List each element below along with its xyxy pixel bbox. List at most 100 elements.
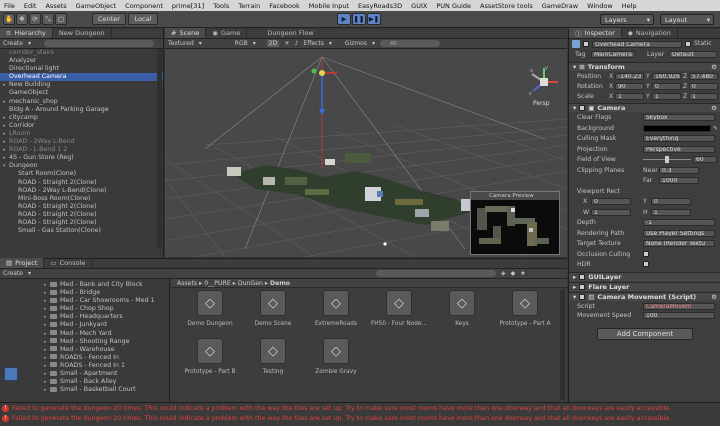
asset-item[interactable]: ◇ Keys	[430, 290, 494, 327]
hierarchy-item[interactable]: Start Room(Clone)	[0, 170, 163, 178]
tab-inspector[interactable]: ⓘ Inspector	[569, 28, 622, 38]
folder-item[interactable]: ▸ Med - Car Showrooms - Med 1	[0, 297, 169, 305]
folder-item[interactable]: ▸ Med - Warehouse	[0, 346, 169, 354]
gear-icon[interactable]: ⚙	[711, 293, 717, 301]
hierarchy-item[interactable]: ROAD - 2Way L-Bend(Clone)	[0, 187, 163, 195]
gizmos-dropdown[interactable]: Gizmos	[345, 40, 367, 47]
hierarchy-search-input[interactable]	[43, 40, 154, 47]
rect-tool-icon[interactable]: ▢	[55, 13, 67, 25]
hierarchy-item[interactable]: Directional light	[0, 65, 163, 73]
camera-field-value[interactable]: Perspective	[643, 145, 715, 153]
hierarchy-item[interactable]: Overhead Camera	[0, 73, 163, 82]
effects-dropdown[interactable]: Effects	[303, 40, 323, 47]
breadcrumb-assets[interactable]: Assets	[177, 280, 197, 287]
folder-item[interactable]: ▸ Med - Bank and City Block	[0, 281, 169, 289]
tab-navigation[interactable]: ◆ Navigation	[622, 28, 678, 38]
rotation-x-field[interactable]: 90	[615, 83, 644, 90]
hierarchy-item[interactable]: ▸ ROAD - L-Bend 1 2	[0, 146, 163, 154]
asset-item[interactable]: ◇ Prototype - Part A	[493, 290, 557, 327]
mode-2d-toggle[interactable]: 2D	[266, 40, 280, 47]
object-name-field[interactable]: Overhead Camera	[592, 41, 682, 48]
audio-icon[interactable]: ♪	[295, 40, 299, 47]
star-icon[interactable]: ★	[520, 270, 525, 277]
movement-header[interactable]: ▾ ▤ Camera Movement (Script) ⚙	[569, 292, 720, 301]
hierarchy-item[interactable]: ROAD - Straight 2(Clone)	[0, 211, 163, 219]
add-component-button[interactable]: Add Component	[597, 328, 693, 340]
position-x-field[interactable]: -140.23	[615, 73, 644, 80]
pause-button[interactable]: ❚❚	[352, 13, 366, 25]
position-z-field[interactable]: 57.480	[689, 73, 718, 80]
hand-tool-icon[interactable]: ✋	[3, 13, 15, 25]
menu-item[interactable]: Terrain	[238, 2, 260, 10]
speed-field[interactable]: 100	[643, 312, 715, 319]
layer-dropdown[interactable]: Default	[669, 51, 717, 58]
camera-checkbox[interactable]	[643, 250, 649, 257]
folder-item[interactable]: ▸ Med - Headquarters	[0, 313, 169, 321]
folder-item[interactable]: ▸ ROADS - Fenced In 1	[0, 362, 169, 370]
folder-item[interactable]: ▸ ROADS - Fenced In	[0, 354, 169, 362]
hierarchy-item[interactable]: corridor_stairs	[0, 49, 163, 57]
menu-item[interactable]: Window	[587, 2, 613, 10]
viewport-y-field[interactable]: 0	[651, 198, 691, 205]
scale-y-field[interactable]: 1	[652, 93, 681, 100]
asset-item[interactable]: ◇ Demo Dungeon	[178, 290, 242, 327]
hierarchy-item[interactable]: ▸ LRoom	[0, 130, 163, 138]
play-button[interactable]: ▶	[337, 13, 351, 25]
breadcrumb-pure[interactable]: 0__PURE	[204, 280, 231, 287]
hierarchy-item[interactable]: GameObject	[0, 89, 163, 97]
menu-item[interactable]: Mobile Input	[309, 2, 349, 10]
project-search-input[interactable]	[375, 270, 496, 277]
hierarchy-item[interactable]: ▾ Dungeon	[0, 162, 163, 170]
layers-dropdown[interactable]: Layers ▾	[600, 14, 654, 25]
hierarchy-scrollbar[interactable]	[157, 49, 162, 249]
guilayer-checkbox[interactable]	[579, 274, 586, 280]
filter-label-icon[interactable]: ◆	[511, 270, 516, 277]
flarelayer-checkbox[interactable]	[579, 284, 586, 290]
asset-item[interactable]: ◇ Testing	[241, 338, 305, 375]
folder-item[interactable]: ▸ Med - Mech Yard	[0, 330, 169, 338]
movement-checkbox[interactable]	[579, 294, 586, 300]
active-checkbox[interactable]	[583, 41, 589, 47]
hierarchy-item[interactable]: Bldg A - Around Parking Garage	[0, 106, 163, 114]
camera-field-value[interactable]: Everything	[643, 135, 715, 142]
hierarchy-item[interactable]: ROAD - Straight 2(Clone)	[0, 203, 163, 211]
asset-item[interactable]: ◇ ExtremeRoads	[304, 290, 368, 327]
menu-item[interactable]: Edit	[24, 2, 37, 10]
folder-item[interactable]: ▸ Small - Back Alley	[0, 378, 169, 386]
gear-icon[interactable]: ⚙	[711, 104, 717, 112]
flarelayer-header[interactable]: ▸ Flare Layer	[569, 282, 720, 291]
menu-item[interactable]: PUN Guide	[436, 2, 471, 10]
render-mode-dropdown[interactable]: RGB	[235, 40, 248, 47]
tab-scene-name[interactable]: New Dungeon	[53, 28, 112, 38]
light-icon[interactable]: ☀	[284, 40, 289, 47]
menu-item[interactable]: prime[31]	[172, 2, 204, 10]
layout-dropdown[interactable]: Layout ▾	[660, 14, 714, 25]
tab-project[interactable]: ▤ Project	[0, 258, 45, 268]
breadcrumb-demo[interactable]: Demo	[270, 280, 290, 287]
asset-item[interactable]: ◇ Prototype - Part B	[178, 338, 242, 375]
hierarchy-item[interactable]: ▸ mechanic_shop	[0, 98, 163, 106]
asset-item[interactable]: ◇ FH50 - Four Node...	[367, 290, 431, 327]
tab-scene[interactable]: # Scene	[165, 28, 207, 38]
scale-z-field[interactable]: 1	[689, 93, 718, 100]
asset-item[interactable]: ◇ Zombie Gravy	[304, 338, 368, 375]
guilayer-header[interactable]: ▸ GUILayer	[569, 272, 720, 281]
move-tool-icon[interactable]: ✥	[16, 13, 28, 25]
asset-item[interactable]: ◇ Demo Scene	[241, 290, 305, 327]
menu-item[interactable]: Help	[622, 2, 637, 10]
menu-item[interactable]: GameDraw	[542, 2, 578, 10]
hierarchy-item[interactable]: Analyzer	[0, 57, 163, 65]
fov-field[interactable]: 60	[693, 156, 717, 163]
tag-dropdown[interactable]: MainCamera	[591, 51, 635, 58]
viewport-x-field[interactable]: 0	[591, 198, 631, 205]
hierarchy-item[interactable]: ▸ ROAD - 2Way L-Bend	[0, 138, 163, 146]
pivot-local-button[interactable]: Local	[128, 13, 158, 25]
scene-viewport[interactable]: x y z Persp Camera Preview	[165, 49, 567, 257]
menu-item[interactable]: Component	[125, 2, 163, 10]
pivot-center-button[interactable]: Center	[92, 13, 126, 25]
menu-item[interactable]: GameObject	[76, 2, 117, 10]
error-message[interactable]: ! Failed to generate the dungeon 20 times…	[0, 413, 720, 423]
tab-dungeon-flow[interactable]: Dungeon Flow	[261, 28, 319, 38]
gear-icon[interactable]: ⚙	[711, 63, 717, 71]
rotate-tool-icon[interactable]: ⟳	[29, 13, 41, 25]
